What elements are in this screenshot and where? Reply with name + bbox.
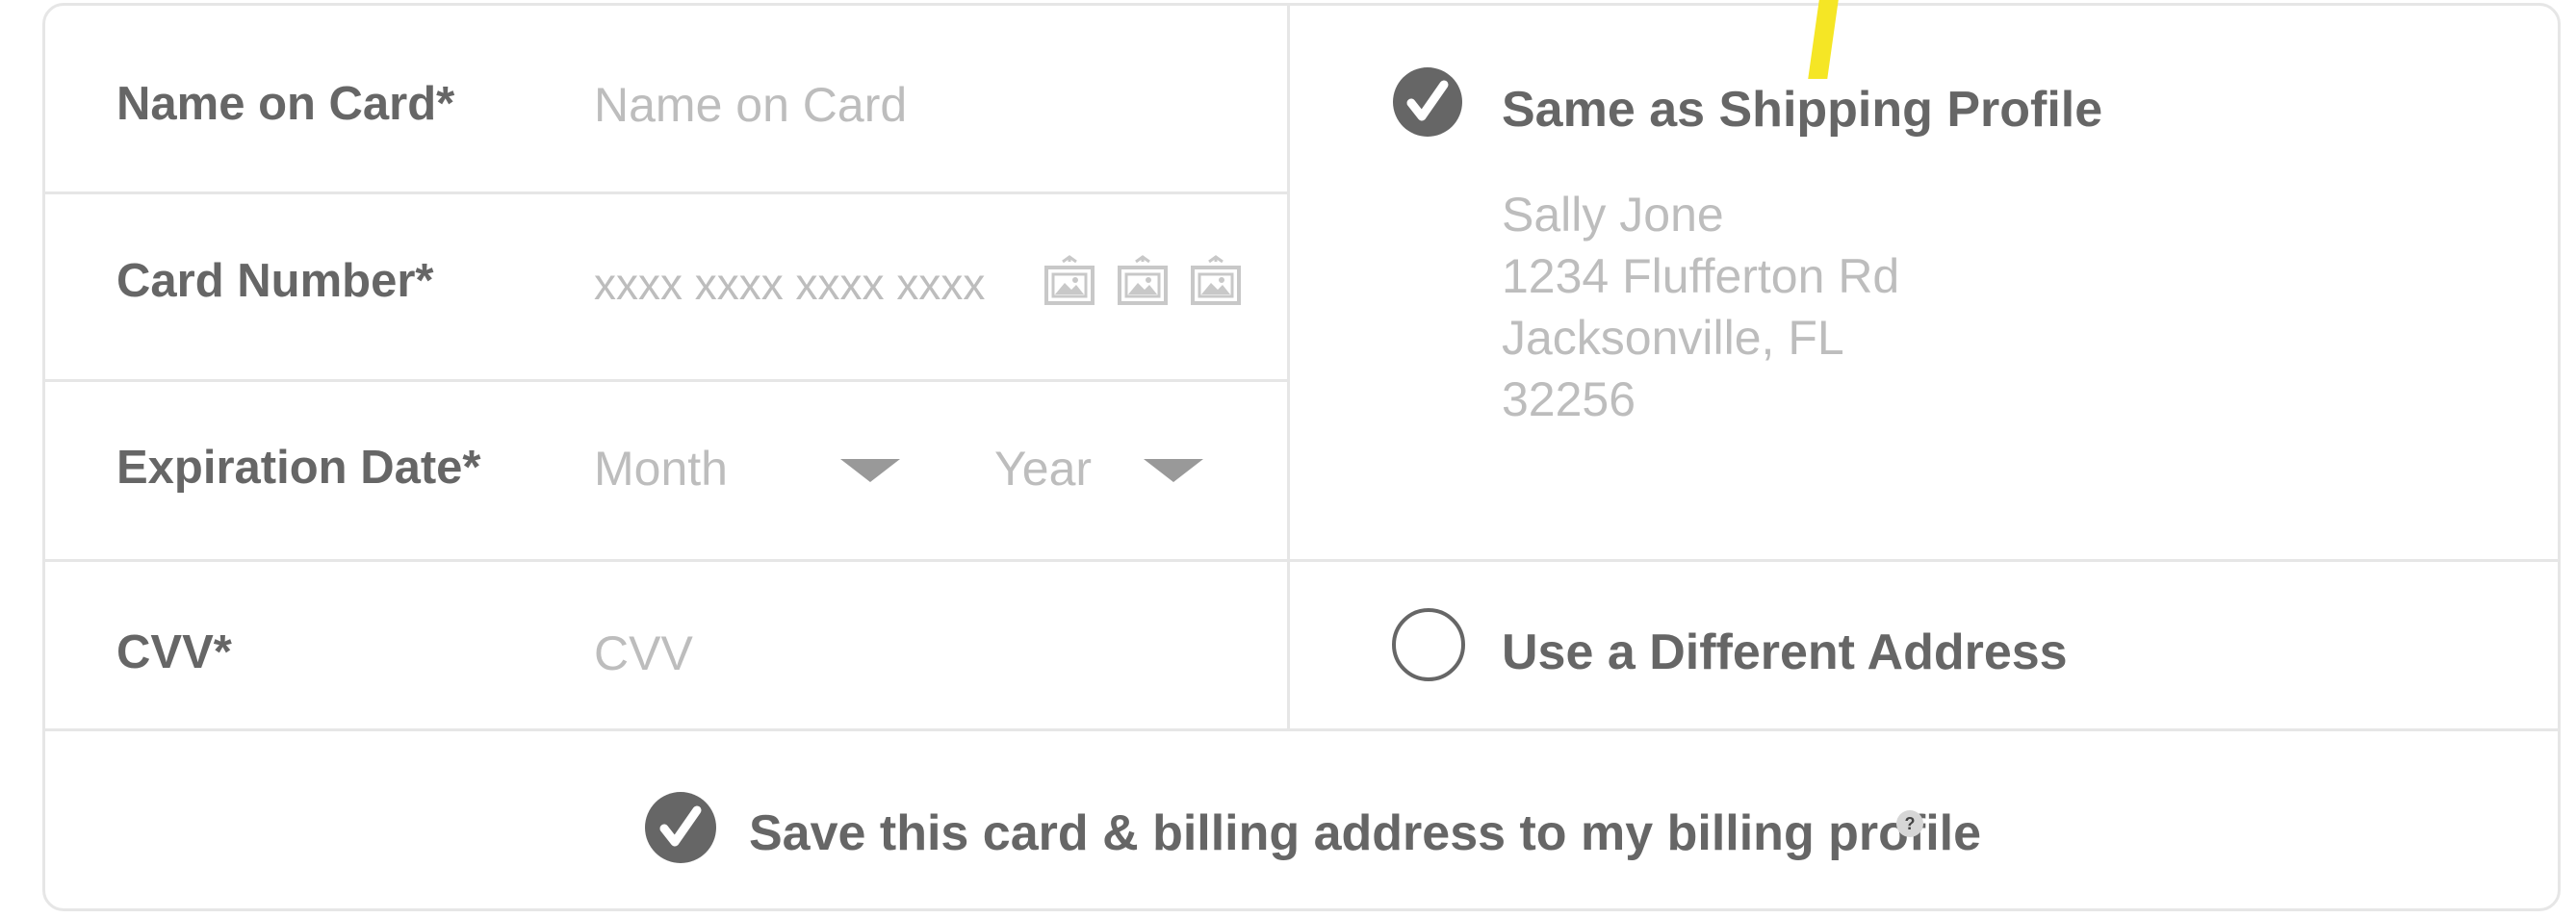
cvv-label: CVV* [116, 626, 232, 678]
address-line: 32256 [1502, 372, 1636, 426]
name-on-card-label: Name on Card* [116, 78, 455, 130]
help-icon[interactable]: ? [1896, 810, 1923, 837]
card-number-placeholder: xxxx xxxx xxxx xxxx [594, 259, 986, 309]
expiration-date-label: Expiration Date* [116, 442, 481, 494]
different-address-label: Use a Different Address [1502, 625, 2068, 680]
divider [45, 379, 1289, 382]
save-card-label: Save this card & billing address to my b… [749, 805, 1982, 861]
save-card-option[interactable]: Save this card & billing address to my b… [645, 789, 1981, 866]
divider [45, 559, 2558, 562]
name-on-card-input[interactable]: Name on Card [578, 58, 1271, 154]
card-number-input[interactable]: xxxx xxxx xxxx xxxx [578, 241, 1001, 337]
address-line: 1234 Flufferton Rd [1502, 249, 1900, 303]
year-select[interactable]: Year [982, 423, 1223, 510]
same-as-shipping-label: Same as Shipping Profile [1502, 82, 2103, 138]
divider [45, 191, 1289, 194]
image-icon [1118, 255, 1168, 305]
month-select[interactable]: Month [578, 423, 924, 510]
chevron-down-icon [1144, 459, 1203, 482]
year-placeholder: Year [994, 442, 1093, 496]
checkmark-circle-icon [1393, 67, 1462, 137]
divider [45, 728, 2558, 731]
month-placeholder: Month [594, 442, 728, 496]
image-icon [1191, 255, 1241, 305]
column-divider [1287, 5, 1290, 730]
radio-circle-icon [1392, 608, 1465, 681]
card-number-label: Card Number* [116, 255, 434, 307]
cvv-placeholder: CVV [594, 626, 693, 680]
image-icon [1044, 255, 1095, 305]
different-address-option[interactable]: Use a Different Address [1386, 608, 2068, 685]
chevron-down-icon [840, 459, 900, 482]
address-line: Jacksonville, FL [1502, 311, 1844, 365]
same-as-shipping-option[interactable]: Same as Shipping Profile [1386, 67, 2102, 144]
address-line: Sally Jone [1502, 188, 1724, 242]
name-on-card-placeholder: Name on Card [594, 78, 908, 132]
checkmark-circle-icon [645, 792, 716, 863]
cvv-input[interactable]: CVV [578, 606, 1271, 702]
